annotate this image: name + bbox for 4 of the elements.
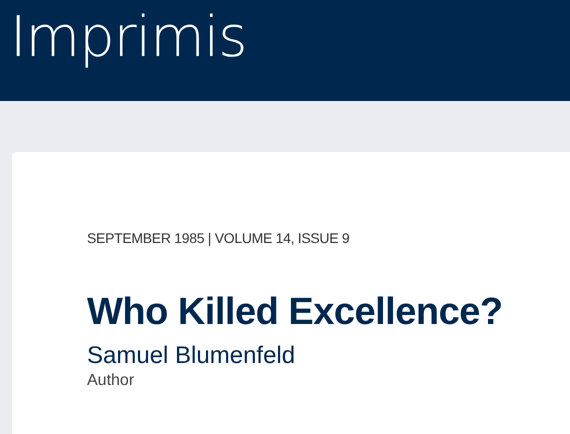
author-role: Author	[87, 372, 134, 390]
issue-line: SEPTEMBER 1985 | VOLUME 14, ISSUE 9	[87, 230, 350, 246]
author-name[interactable]: Samuel Blumenfeld	[87, 342, 296, 370]
article-title: Who Killed Excellence?	[87, 290, 503, 335]
